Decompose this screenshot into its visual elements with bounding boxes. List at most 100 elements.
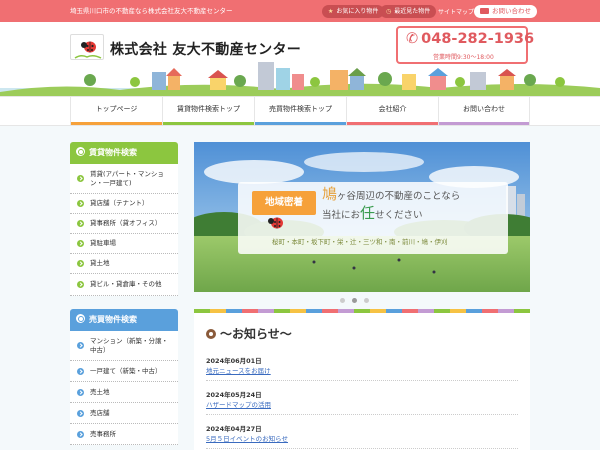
sidebar-item-rental-parking[interactable]: 貸駐車場 (70, 234, 178, 254)
arrow-circle-icon (77, 409, 84, 417)
ladybug-icon (268, 217, 283, 229)
news-link[interactable]: 地元ニュースをお届け (206, 365, 271, 375)
slider-dot[interactable] (340, 298, 345, 303)
sidebar-item-rental-office[interactable]: 貸事務所（貸オフィス） (70, 214, 178, 234)
news-date: 2024年05月24日 (206, 391, 262, 399)
search-icon (76, 314, 85, 323)
search-icon (76, 147, 85, 156)
hero-big-char-1: 鳩 (322, 185, 338, 203)
favorites-button[interactable]: ★ お気に入り物件 (322, 5, 385, 18)
sale-list: マンション（新築・分譲・中古） 一戸建て（新築・中古） 売土地 売店舗 売事務所 (70, 331, 178, 445)
nav-top[interactable]: トップページ (70, 97, 162, 125)
news-title-text: 〜お知らせ〜 (220, 327, 292, 341)
nav-color-bar (255, 122, 346, 125)
contact-top-button[interactable]: お問い合わせ (474, 5, 537, 18)
arrow-circle-icon (77, 240, 84, 247)
slider-dot[interactable] (364, 298, 369, 303)
hero-line-1: ヶ谷周辺の不動産のことなら (337, 191, 461, 202)
news-date: 2024年04月27日 (206, 425, 262, 433)
sidebar-item-sale-store[interactable]: 売店舗 (70, 403, 178, 424)
nav-color-bar (163, 122, 254, 125)
history-icon: ◷ (386, 8, 392, 15)
business-hours: 営業時間9:30〜18:00 (433, 54, 494, 61)
news-link[interactable]: 5月５日イベントのお知らせ (206, 433, 288, 443)
arrow-circle-icon (77, 430, 84, 438)
sale-search-title: 売買物件検索 (89, 315, 137, 324)
sidebar-item-sale-house[interactable]: 一戸建て（新築・中古） (70, 361, 178, 382)
arrow-circle-icon (77, 260, 84, 267)
sale-search-panel: 売買物件検索 マンション（新築・分譲・中古） 一戸建て（新築・中古） 売土地 売… (70, 309, 178, 445)
sitemap-link[interactable]: サイトマップ (438, 7, 474, 16)
hero-caption: 地域密着 鳩ヶ谷周辺の不動産のことなら 当社にお任せください 桜町・本町・坂下町… (238, 182, 508, 254)
sidebar-item-label: 売土地 (90, 387, 110, 396)
sidebar-item-label: 貸店舗（テナント） (90, 199, 149, 207)
arrow-circle-icon (77, 367, 84, 375)
hero-slider[interactable]: 地域密着 鳩ヶ谷周辺の不動産のことなら 当社にお任せください 桜町・本町・坂下町… (194, 142, 530, 292)
sidebar-item-sale-condo[interactable]: マンション（新築・分譲・中古） (70, 331, 178, 361)
sidebar-item-label: 貸駐車場 (90, 239, 116, 247)
sidebar-item-label: 貸土地 (90, 259, 110, 267)
slider-dot-active[interactable] (352, 298, 357, 303)
top-bar: 埼玉県川口市の不動産なら株式会社友大不動産センター ★ お気に入り物件 ◷ 最近見た… (0, 0, 600, 22)
sidebar-item-sale-land[interactable]: 売土地 (70, 382, 178, 403)
phone-number[interactable]: ✆ 048-282-1936 (406, 31, 534, 47)
nav-contact[interactable]: お問い合わせ (438, 97, 530, 125)
nav-label: 会社紹介 (378, 105, 407, 113)
star-icon: ★ (328, 8, 334, 15)
rental-search-panel: 賃貸物件検索 賃貸(アパート・マンション・一戸建て) 貸店舗（テナント） 貸事務… (70, 142, 178, 296)
phone-box[interactable]: ✆ 048-282-1936 営業時間9:30〜18:00 (396, 26, 534, 64)
sidebar-item-label: 賃貸(アパート・マンション・一戸建て) (90, 169, 164, 187)
phone-number-text: 048-282-1936 (421, 31, 535, 47)
mail-icon (480, 7, 489, 14)
sidebar-item-label: 一戸建て（新築・中古） (90, 366, 162, 375)
nav-sale[interactable]: 売買物件検索トップ (254, 97, 346, 125)
nav-label: 賃貸物件検索トップ (177, 105, 240, 113)
sidebar-item-label: 売店舗 (90, 408, 110, 417)
hero-headline: 鳩ヶ谷周辺の不動産のことなら 当社にお任せください (322, 186, 460, 224)
hero-line-2b: せください (375, 210, 423, 221)
header: 株式会社 友大不動産センター ✆ 048-282-1936 営業時間9:30〜18… (0, 22, 600, 96)
news-item: 2024年06月01日 地元ニュースをお届け (206, 351, 518, 381)
sidebar-item-rental-store[interactable]: 貸店舗（テナント） (70, 194, 178, 214)
arrow-circle-icon (77, 342, 84, 349)
arrow-circle-icon (77, 388, 84, 396)
global-nav: トップページ 賃貸物件検索トップ 売買物件検索トップ 会社紹介 お問い合わせ (0, 96, 600, 126)
nav-label: トップページ (95, 105, 138, 113)
nav-rental[interactable]: 賃貸物件検索トップ (162, 97, 254, 125)
sidebar-item-rental-residential[interactable]: 賃貸(アパート・マンション・一戸建て) (70, 164, 178, 194)
nav-label: 売買物件検索トップ (269, 105, 332, 113)
recent-label: 最近見た物件 (394, 8, 431, 15)
hero-area-list: 桜町・本町・坂下町・栄・辻・三ツ和・南・前川・鳩・伊刈 (272, 238, 448, 246)
hero-big-char-2: 任 (360, 204, 376, 222)
news-date: 2024年06月01日 (206, 357, 262, 365)
rental-search-title: 賃貸物件検索 (89, 148, 137, 157)
news-link[interactable]: ハザードマップの活用 (206, 399, 271, 409)
nav-label: お問い合わせ (463, 105, 505, 113)
arrow-circle-icon (77, 281, 84, 288)
sidebar-item-label: 貸事務所（貸オフィス） (90, 219, 162, 227)
contact-top-label: お問い合わせ (492, 7, 531, 15)
rental-list: 賃貸(アパート・マンション・一戸建て) 貸店舗（テナント） 貸事務所（貸オフィス… (70, 164, 178, 296)
sale-search-heading: 売買物件検索 (70, 309, 178, 331)
news-heading: 〜お知らせ〜 (206, 325, 292, 342)
rental-search-heading: 賃貸物件検索 (70, 142, 178, 164)
circle-icon (206, 329, 216, 339)
news-section: 〜お知らせ〜 2024年06月01日 地元ニュースをお届け 2024年05月24… (194, 313, 530, 450)
nav-color-bar (439, 122, 529, 125)
recent-button[interactable]: ◷ 最近見た物件 (380, 5, 437, 18)
arrow-circle-icon (77, 175, 84, 182)
nav-company[interactable]: 会社紹介 (346, 97, 438, 125)
sidebar-item-label: 貸ビル・貸倉庫・その他 (90, 280, 162, 288)
sidebar-item-label: 売事務所 (90, 429, 116, 438)
sidebar-item-rental-land[interactable]: 貸土地 (70, 254, 178, 274)
sidebar-item-rental-other[interactable]: 貸ビル・貸倉庫・その他 (70, 274, 178, 296)
hero-line-2a: 当社にお (322, 210, 361, 221)
site-tagline: 埼玉県川口市の不動産なら株式会社友大不動産センター (70, 7, 233, 15)
arrow-circle-icon (77, 200, 84, 207)
favorites-label: お気に入り物件 (336, 8, 379, 15)
news-item: 2024年05月24日 ハザードマップの活用 (206, 385, 518, 415)
sidebar-item-sale-office[interactable]: 売事務所 (70, 424, 178, 445)
nav-color-bar (347, 122, 438, 125)
nav-color-bar (71, 122, 162, 125)
phone-icon: ✆ (406, 31, 419, 47)
